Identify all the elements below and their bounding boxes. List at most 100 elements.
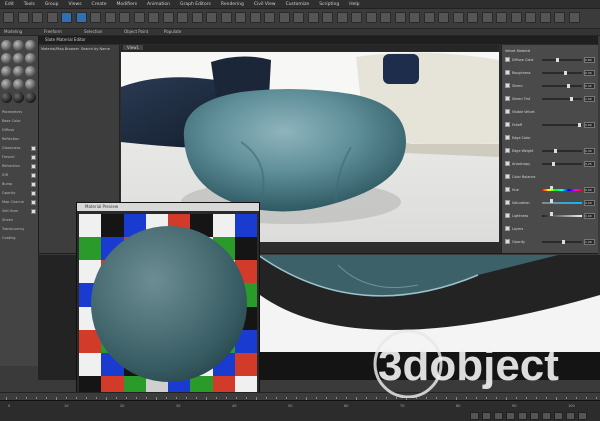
param-value[interactable]: 0.45 [584, 82, 595, 89]
menu-item[interactable]: Views [64, 2, 87, 7]
toolbar-button[interactable] [365, 12, 377, 23]
param-slider[interactable] [542, 239, 582, 244]
param-value[interactable]: 0.30 [584, 69, 595, 76]
menu-item[interactable]: Rendering [216, 2, 249, 7]
slider-knob[interactable] [564, 70, 567, 75]
toolbar-button[interactable] [235, 12, 246, 23]
menu-item[interactable]: Scripting [314, 2, 344, 7]
param-value[interactable]: 0.00 [584, 199, 595, 206]
left-panel-checkbox[interactable] [31, 154, 36, 160]
param-checkbox[interactable] [505, 96, 510, 101]
toolbar-button[interactable] [148, 12, 159, 23]
param-value[interactable]: 0.00 [584, 212, 595, 219]
toolbar-button[interactable] [104, 12, 116, 23]
toolbar-button[interactable] [264, 12, 275, 23]
toolbar-button[interactable] [510, 12, 522, 23]
toolbar-button[interactable] [409, 12, 420, 23]
toolbar-button[interactable] [220, 12, 232, 23]
slider-knob[interactable] [550, 199, 553, 203]
toolbar-button[interactable] [380, 12, 391, 23]
material-slot[interactable] [1, 40, 12, 51]
playback-button[interactable] [554, 412, 563, 420]
param-checkbox[interactable] [505, 187, 510, 192]
material-slot[interactable] [25, 53, 36, 64]
toolbar-button[interactable] [307, 12, 319, 23]
slider-knob[interactable] [570, 96, 573, 101]
toolbar-button[interactable] [61, 12, 72, 23]
menu-item[interactable]: Customize [281, 2, 315, 7]
left-panel-checkbox[interactable] [31, 190, 36, 196]
menu-item[interactable]: Civil View [249, 2, 281, 7]
toolbar-button[interactable] [467, 12, 478, 23]
toolbar-button[interactable] [32, 12, 43, 23]
left-panel-checkbox[interactable] [31, 172, 36, 178]
param-gradient-slider[interactable] [542, 186, 582, 191]
material-slot[interactable] [25, 92, 36, 103]
menu-item[interactable]: Animation [142, 2, 175, 7]
toolbar-button[interactable] [90, 12, 101, 23]
tab-view1[interactable]: View1 [123, 45, 144, 50]
playback-button[interactable] [578, 412, 587, 420]
toolbar-button[interactable] [249, 12, 261, 23]
param-checkbox[interactable] [505, 148, 510, 153]
slider-knob[interactable] [556, 57, 559, 62]
toolbar-button[interactable] [46, 12, 58, 23]
param-checkbox[interactable] [505, 83, 510, 88]
left-panel-checkbox[interactable] [31, 199, 36, 205]
param-checkbox[interactable] [505, 239, 510, 244]
material-slot[interactable] [13, 53, 24, 64]
param-checkbox[interactable] [505, 57, 510, 62]
toolbar-button[interactable] [539, 12, 551, 23]
toolbar-button[interactable] [568, 12, 580, 23]
toolbar-button[interactable] [75, 12, 87, 23]
material-slot[interactable] [1, 66, 12, 77]
playback-button[interactable] [494, 412, 503, 420]
material-slot[interactable] [13, 40, 24, 51]
slider-knob[interactable] [550, 212, 553, 216]
toolbar-button[interactable] [336, 12, 348, 23]
menu-item[interactable]: Help [344, 2, 364, 7]
param-slider[interactable] [542, 122, 582, 127]
material-slot[interactable] [13, 92, 24, 103]
param-checkbox[interactable] [505, 70, 510, 75]
param-checkbox[interactable] [505, 200, 510, 205]
param-value[interactable]: 0.25 [584, 160, 595, 167]
toolbar-button[interactable] [17, 12, 29, 23]
param-checkbox[interactable] [505, 135, 510, 140]
param-value[interactable]: 1.00 [584, 238, 595, 245]
param-value[interactable]: 0.60 [584, 121, 595, 128]
param-checkbox[interactable] [505, 109, 510, 114]
toolbar-button[interactable] [293, 12, 304, 23]
playback-button[interactable] [482, 412, 491, 420]
slider-knob[interactable] [552, 161, 555, 166]
toolbar-button[interactable] [438, 12, 449, 23]
slider-knob[interactable] [550, 186, 553, 190]
toolbar-button[interactable] [206, 12, 217, 23]
ribbon-tab[interactable]: Object Paint [124, 29, 148, 34]
param-gradient-slider[interactable] [542, 199, 582, 204]
param-checkbox[interactable] [505, 122, 510, 127]
toolbar-button[interactable] [554, 12, 565, 23]
ribbon-tab[interactable]: Freeform [44, 29, 62, 34]
menu-item[interactable]: Graph Editors [175, 2, 216, 7]
param-value[interactable]: 1.00 [584, 95, 595, 102]
param-slider[interactable] [542, 70, 582, 75]
param-checkbox[interactable] [505, 226, 510, 231]
toolbar-button[interactable] [119, 12, 130, 23]
material-slot[interactable] [1, 79, 12, 90]
material-slot[interactable] [25, 40, 36, 51]
slider-knob[interactable] [578, 122, 581, 127]
playback-button[interactable] [530, 412, 539, 420]
slate-titlebar[interactable]: Slate Material Editor [39, 37, 597, 44]
param-gradient-slider[interactable] [542, 212, 582, 217]
toolbar-button[interactable] [394, 12, 406, 23]
slider-knob[interactable] [562, 239, 565, 244]
menu-item[interactable]: Create [87, 2, 112, 7]
toolbar-button[interactable] [177, 12, 188, 23]
material-slot[interactable] [13, 66, 24, 77]
toolbar-button[interactable] [191, 12, 203, 23]
param-value[interactable]: 0.00 [584, 186, 595, 193]
left-panel-checkbox[interactable] [31, 163, 36, 169]
menu-item[interactable]: Group [40, 2, 64, 7]
menu-item[interactable]: Edit [0, 2, 19, 7]
